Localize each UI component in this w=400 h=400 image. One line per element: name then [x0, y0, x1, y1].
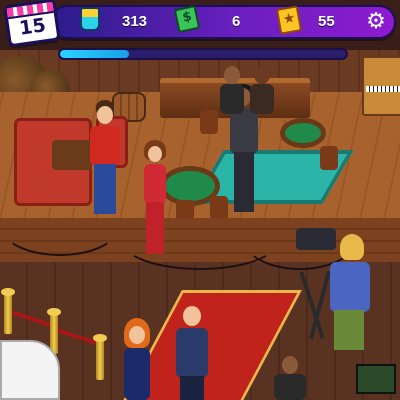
- photographer[interactable]: [270, 356, 310, 400]
- chair: [320, 146, 338, 170]
- actor-red-jacket[interactable]: [84, 100, 124, 216]
- settings-button[interactable]: ⚙: [362, 8, 390, 36]
- celebrity-redhead[interactable]: [118, 318, 156, 400]
- film-camera: [296, 228, 336, 250]
- stanchion-post: [1, 288, 15, 334]
- top-hud: 15 313 6 55 ⚙: [0, 0, 400, 70]
- level-number: 15: [17, 14, 48, 40]
- stanchion-post: [93, 334, 107, 380]
- cups-counter[interactable]: 313: [122, 6, 147, 36]
- star-ticket-icon: [275, 5, 303, 35]
- level-progress-bar: [58, 48, 348, 60]
- chair: [200, 110, 218, 134]
- cash-icon: [173, 4, 201, 34]
- bar-patron[interactable]: [250, 66, 274, 116]
- white-limousine[interactable]: [0, 340, 60, 400]
- level-progress-fill: [60, 50, 129, 58]
- camera-operator[interactable]: [296, 222, 380, 352]
- tickets-value: 55: [318, 12, 335, 30]
- level-clapperboard-badge[interactable]: 15: [3, 0, 61, 48]
- gear-icon: ⚙: [366, 9, 386, 34]
- bartender[interactable]: [220, 66, 244, 116]
- director-chair-crew[interactable]: [356, 356, 400, 400]
- tickets-counter[interactable]: 55: [318, 6, 335, 36]
- celebrity-bald-man[interactable]: [172, 306, 212, 400]
- director-chair: [356, 364, 396, 394]
- resource-bar: [50, 5, 396, 39]
- actress-red-suit[interactable]: [138, 140, 172, 256]
- poker-table[interactable]: [280, 118, 326, 148]
- coffee-cup-icon: [80, 7, 100, 31]
- cash-value: 6: [232, 12, 241, 30]
- cups-value: 313: [122, 12, 148, 30]
- cash-counter[interactable]: 6: [232, 6, 240, 36]
